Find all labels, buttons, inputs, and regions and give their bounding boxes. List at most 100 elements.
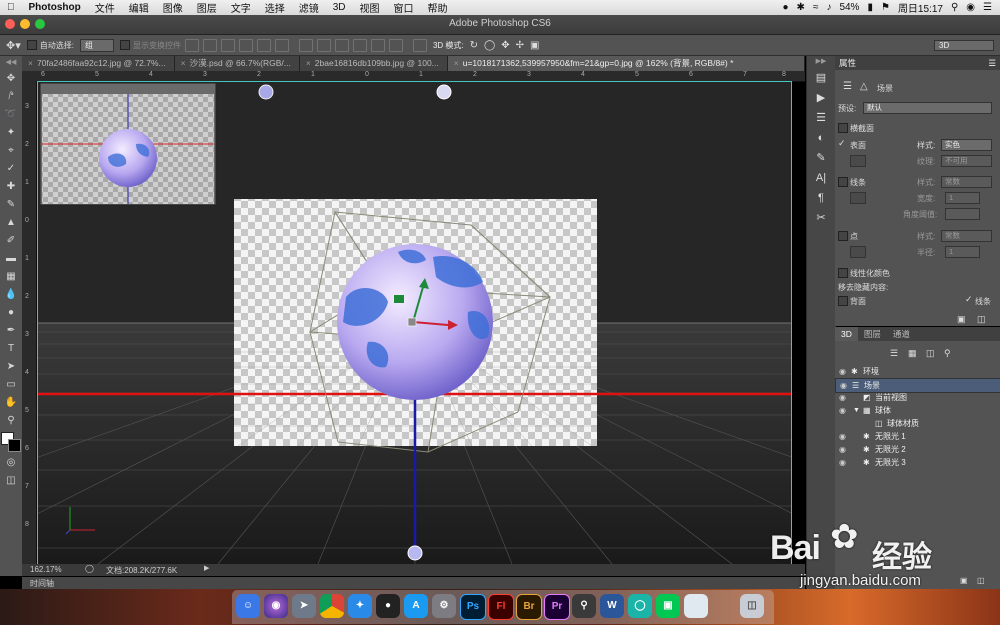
document-canvas[interactable]	[37, 81, 792, 565]
brush-tool-icon[interactable]: ✎	[0, 196, 22, 214]
doc-tab-active[interactable]: × u=1018171362,539957950&fm=21&gp=0.jpg @…	[447, 56, 805, 71]
flash-dock-icon[interactable]: Fl	[488, 594, 514, 620]
system-preferences-icon[interactable]: ⚙	[432, 594, 456, 618]
actions-panel-icon[interactable]: ▶	[807, 88, 835, 108]
tool-presets-icon[interactable]: ✂	[807, 208, 835, 228]
shape-tool-icon[interactable]: ▭	[0, 376, 22, 394]
volume-icon[interactable]: ♪	[826, 2, 831, 13]
scene-tree-item[interactable]: ◉ ◩ 当前视图	[835, 391, 1000, 404]
visibility-eye-icon[interactable]: ◉	[839, 430, 846, 443]
3d-viewport[interactable]	[38, 82, 791, 564]
app-w-icon[interactable]: ◯	[628, 594, 652, 618]
align-left-icon[interactable]	[238, 38, 253, 52]
move-tool-icon[interactable]: ✥	[0, 70, 22, 88]
timeline-panel[interactable]: 时间轴	[22, 577, 805, 589]
dodge-tool-icon[interactable]: ●	[0, 304, 22, 322]
expand-arrow-icon[interactable]: ▼	[853, 404, 860, 417]
premiere-dock-icon[interactable]: Pr	[544, 594, 570, 620]
lines-color-swatch[interactable]	[850, 192, 866, 204]
radius-field[interactable]: 1	[945, 246, 980, 258]
secondary-view[interactable]	[39, 82, 217, 206]
slide-3d-icon[interactable]: ✢	[516, 40, 524, 51]
menu-image[interactable]: 图像	[156, 0, 190, 15]
battery-percent[interactable]: 54%	[839, 2, 859, 13]
filter-material-icon[interactable]: ◫	[926, 348, 935, 359]
scene-environment-icon[interactable]: △	[860, 81, 868, 92]
status-icon[interactable]: ●	[783, 2, 789, 13]
distribute-left-icon[interactable]	[352, 38, 367, 52]
workspace-dropdown[interactable]: 3D	[934, 39, 994, 51]
bridge-dock-icon[interactable]: Br	[516, 594, 542, 620]
screen-mode-icon[interactable]: ◫	[0, 472, 22, 490]
trash-dock-icon[interactable]: ◫	[740, 594, 764, 618]
auto-select-dropdown[interactable]: 组	[79, 38, 114, 52]
quick-mask-icon[interactable]: ◎	[0, 454, 22, 472]
doc-tab[interactable]: × 沙漠.psd @ 66.7%(RGB/...	[174, 56, 300, 71]
filter-scene-icon[interactable]: ☰	[890, 348, 898, 359]
photoshop-dock-icon[interactable]: Ps	[460, 594, 486, 620]
scene-tree-item[interactable]: ◫ 球体材质	[835, 417, 1000, 430]
crop-tool-icon[interactable]: ⌖	[0, 142, 22, 160]
vertical-ruler[interactable]: 3 2 1 0 1 2 3 4 5 6 7 8	[22, 81, 37, 564]
width-field[interactable]: 1	[945, 192, 980, 204]
color-panel-icon[interactable]: ◐	[807, 128, 835, 148]
align-vcenter-icon[interactable]	[202, 38, 217, 52]
doc-tab[interactable]: × 70fa2486faa92c12.jpg @ 72.7%...	[22, 56, 175, 71]
distribute-vcenter-icon[interactable]	[316, 38, 331, 52]
magic-wand-tool-icon[interactable]: ✦	[0, 124, 22, 142]
gradient-tool-icon[interactable]: ▦	[0, 268, 22, 286]
word-icon[interactable]: W	[600, 594, 624, 618]
close-tab-icon[interactable]: ×	[28, 58, 33, 68]
path-select-tool-icon[interactable]: ➤	[0, 358, 22, 376]
type-tool-icon[interactable]: T	[0, 340, 22, 358]
zoom-tool-icon[interactable]: ⚲	[0, 412, 22, 430]
tab-channels[interactable]: 通道	[887, 327, 916, 341]
healing-tool-icon[interactable]: ✚	[0, 178, 22, 196]
distribute-top-icon[interactable]	[298, 38, 313, 52]
eraser-tool-icon[interactable]: ▬	[0, 250, 22, 268]
menu-view[interactable]: 视图	[353, 0, 387, 15]
search-icon[interactable]: ⚲	[951, 2, 958, 13]
paragraph-panel-icon[interactable]: ¶	[807, 188, 835, 208]
close-tab-icon[interactable]: ×	[181, 58, 186, 68]
trash-icon[interactable]: ◫	[977, 314, 986, 325]
surface-checkbox[interactable]: ✓	[838, 138, 846, 149]
scene-filter-icon[interactable]: ☰	[843, 81, 852, 92]
bluetooth-icon[interactable]: ✱	[797, 2, 805, 13]
marquee-tool-icon[interactable]: ⭚	[0, 88, 22, 106]
scene-tree-item[interactable]: ◉ ✱ 无限光 1	[835, 430, 1000, 443]
points-style-dropdown[interactable]: 常数	[941, 230, 992, 242]
light-handle-3[interactable]	[407, 545, 423, 561]
menu-app-name[interactable]: Photoshop	[22, 2, 88, 13]
doc-tab[interactable]: × 2bae16816db109bb.jpg @ 100...	[299, 56, 448, 71]
menu-file[interactable]: 文件	[88, 0, 122, 15]
surface-style-dropdown[interactable]: 实色	[941, 139, 992, 151]
filter-light-icon[interactable]: ⚲	[944, 348, 951, 359]
safari-icon[interactable]: ✦	[348, 594, 372, 618]
menu-layer[interactable]: 图层	[190, 0, 224, 15]
roll-3d-icon[interactable]: ◯	[484, 40, 495, 51]
panel-menu-icon[interactable]: ☰	[988, 56, 996, 70]
lines-style-dropdown[interactable]: 常数	[941, 176, 992, 188]
hidden-lines-checkbox[interactable]: ✓	[965, 294, 973, 305]
hand-tool-icon[interactable]: ✋	[0, 394, 22, 412]
scene-tree-item[interactable]: ◉ ✱ 无限光 3	[835, 456, 1000, 469]
move-tool-icon[interactable]: ✥▾	[6, 39, 21, 52]
visibility-eye-icon[interactable]: ◉	[839, 443, 846, 456]
auto-select-checkbox[interactable]: 自动选择:	[26, 40, 74, 51]
wifi-icon[interactable]: ≈	[813, 2, 819, 13]
align-top-icon[interactable]	[184, 38, 199, 52]
light-handle-1[interactable]	[258, 84, 274, 100]
distribute-hcenter-icon[interactable]	[370, 38, 385, 52]
background-color-swatch[interactable]	[8, 439, 21, 452]
eyedropper-tool-icon[interactable]: ✓	[0, 160, 22, 178]
flag-icon[interactable]: ⚑	[881, 2, 890, 13]
apple-icon[interactable]: 	[0, 2, 22, 13]
quicktime-icon[interactable]: ⚲	[572, 594, 596, 618]
distribute-right-icon[interactable]	[388, 38, 403, 52]
blur-tool-icon[interactable]: 💧	[0, 286, 22, 304]
distribute-bottom-icon[interactable]	[334, 38, 349, 52]
scene-tree-item[interactable]: ◉ ▼ ▦ 球体	[835, 404, 1000, 417]
lasso-tool-icon[interactable]: ➰	[0, 106, 22, 124]
render-icon[interactable]: ▣	[957, 314, 966, 325]
